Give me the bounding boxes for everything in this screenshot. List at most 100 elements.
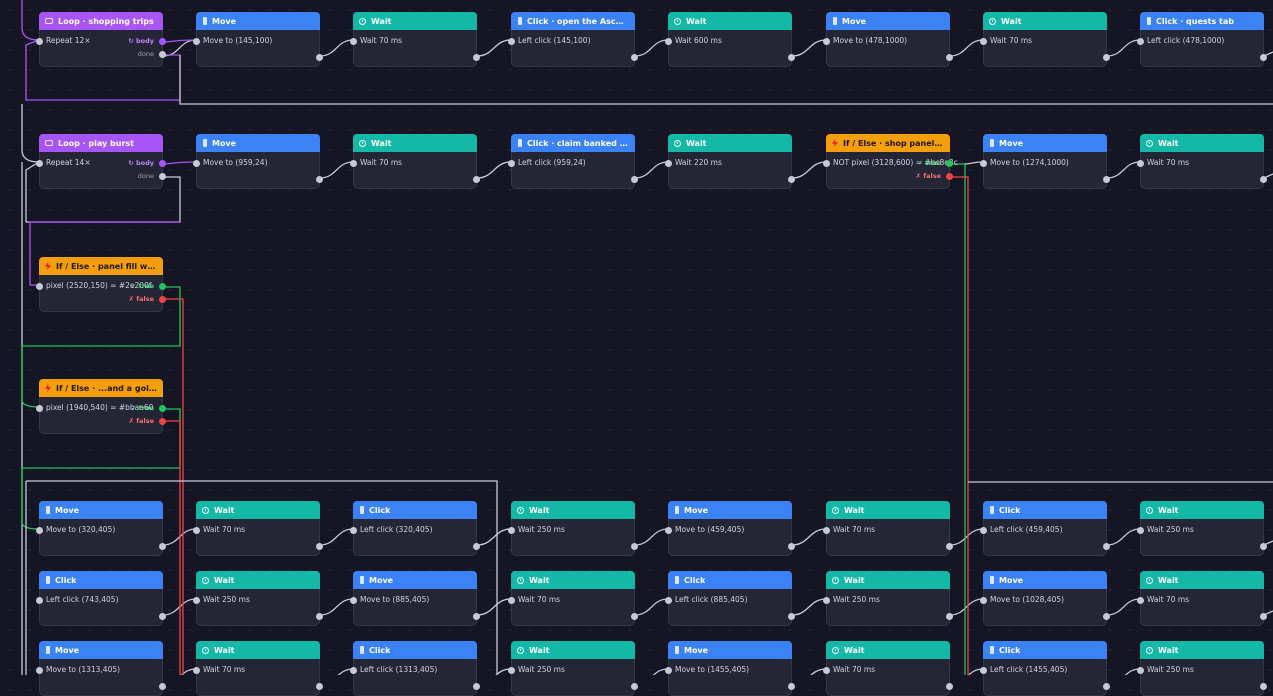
true-output-port[interactable]: [946, 160, 953, 167]
node-click[interactable]: Click Left click (1455,405): [980, 641, 1110, 696]
input-port[interactable]: [350, 667, 357, 674]
node-header[interactable]: Move: [39, 641, 163, 659]
node-move[interactable]: Move Move to (478,1000): [823, 12, 953, 67]
output-port[interactable]: [159, 613, 166, 620]
node-loop[interactable]: Loop · shopping trips Repeat 12× ↻ body don…: [36, 12, 166, 67]
node-move[interactable]: Move Move to (1028,405): [980, 571, 1110, 626]
node-header[interactable]: Wait: [511, 641, 635, 659]
node-wait[interactable]: Wait Wait 70 ms: [350, 134, 480, 189]
output-port[interactable]: [473, 176, 480, 183]
node-header[interactable]: Click: [39, 571, 163, 589]
input-port[interactable]: [665, 527, 672, 534]
output-port[interactable]: [1260, 613, 1267, 620]
node-header[interactable]: Move: [983, 134, 1107, 152]
output-port[interactable]: [631, 683, 638, 690]
node-header[interactable]: Wait: [826, 501, 950, 519]
output-port[interactable]: [946, 543, 953, 550]
node-if[interactable]: If / Else · ...and a gold fr...pixel (19…: [36, 379, 166, 434]
node-header[interactable]: Move: [39, 501, 163, 519]
node-header[interactable]: Wait: [826, 641, 950, 659]
node-move[interactable]: Move Move to (1313,405): [36, 641, 166, 696]
output-port[interactable]: [631, 54, 638, 61]
node-header[interactable]: Wait: [826, 571, 950, 589]
output-port[interactable]: [946, 683, 953, 690]
node-wait[interactable]: Wait Wait 70 ms: [1137, 134, 1267, 189]
output-port[interactable]: [788, 176, 795, 183]
input-port[interactable]: [980, 597, 987, 604]
input-port[interactable]: [350, 38, 357, 45]
node-header[interactable]: Move: [196, 12, 320, 30]
input-port[interactable]: [508, 38, 515, 45]
output-port[interactable]: [946, 613, 953, 620]
node-header[interactable]: Wait: [196, 571, 320, 589]
node-wait[interactable]: Wait Wait 70 ms: [1137, 571, 1267, 626]
output-port[interactable]: [473, 543, 480, 550]
node-header[interactable]: Move: [668, 641, 792, 659]
output-port[interactable]: [631, 176, 638, 183]
output-port[interactable]: [631, 613, 638, 620]
node-header[interactable]: Loop · shopping trips: [39, 12, 163, 30]
output-port[interactable]: [946, 54, 953, 61]
input-port[interactable]: [36, 160, 43, 167]
output-port[interactable]: [788, 54, 795, 61]
output-port[interactable]: [1260, 54, 1267, 61]
input-port[interactable]: [665, 667, 672, 674]
node-header[interactable]: Wait: [511, 501, 635, 519]
done-output-port[interactable]: [159, 173, 166, 180]
node-click[interactable]: Click · claim banked ra... Left click (95…: [508, 134, 638, 189]
node-move[interactable]: Move Move to (959,24): [193, 134, 323, 189]
body-output-port[interactable]: [159, 160, 166, 167]
node-click[interactable]: Click Left click (320,405): [350, 501, 480, 556]
input-port[interactable]: [350, 597, 357, 604]
node-header[interactable]: Click · quests tab: [1140, 12, 1264, 30]
input-port[interactable]: [665, 597, 672, 604]
node-if[interactable]: If / Else · panel fill whe... pixel (2520…: [36, 257, 166, 312]
output-port[interactable]: [473, 683, 480, 690]
input-port[interactable]: [508, 160, 515, 167]
node-if[interactable]: If / Else · shop panel go...NOT pixel (3…: [823, 134, 958, 189]
output-port[interactable]: [316, 613, 323, 620]
input-port[interactable]: [193, 38, 200, 45]
node-header[interactable]: Wait: [668, 134, 792, 152]
input-port[interactable]: [36, 667, 43, 674]
input-port[interactable]: [665, 38, 672, 45]
node-move[interactable]: Move Move to (1455,405): [665, 641, 795, 696]
input-port[interactable]: [193, 667, 200, 674]
node-wait[interactable]: Wait Wait 70 ms: [823, 501, 953, 556]
input-port[interactable]: [1137, 597, 1144, 604]
node-header[interactable]: Move: [826, 12, 950, 30]
true-output-port[interactable]: [159, 405, 166, 412]
input-port[interactable]: [193, 597, 200, 604]
node-header[interactable]: Move: [353, 571, 477, 589]
node-header[interactable]: Wait: [353, 12, 477, 30]
input-port[interactable]: [508, 667, 515, 674]
input-port[interactable]: [823, 597, 830, 604]
node-header[interactable]: Wait: [196, 501, 320, 519]
node-loop[interactable]: Loop · play burst Repeat 14× ↻ body done: [36, 134, 166, 189]
input-port[interactable]: [508, 597, 515, 604]
input-port[interactable]: [823, 160, 830, 167]
input-port[interactable]: [823, 667, 830, 674]
node-header[interactable]: Wait: [353, 134, 477, 152]
input-port[interactable]: [193, 527, 200, 534]
input-port[interactable]: [1137, 667, 1144, 674]
node-wait[interactable]: Wait Wait 250 ms: [508, 501, 638, 556]
input-port[interactable]: [1137, 38, 1144, 45]
input-port[interactable]: [665, 160, 672, 167]
node-click[interactable]: Click · quests tab Left click (478,1000): [1137, 12, 1267, 67]
output-port[interactable]: [631, 543, 638, 550]
input-port[interactable]: [36, 283, 43, 290]
input-port[interactable]: [980, 527, 987, 534]
node-header[interactable]: Move: [668, 501, 792, 519]
input-port[interactable]: [350, 160, 357, 167]
node-click[interactable]: Click Left click (1313,405): [350, 641, 480, 696]
output-port[interactable]: [316, 683, 323, 690]
node-move[interactable]: Move Move to (459,405): [665, 501, 795, 556]
input-port[interactable]: [1137, 160, 1144, 167]
node-header[interactable]: Wait: [1140, 501, 1264, 519]
node-move[interactable]: Move Move to (1274,1000): [980, 134, 1110, 189]
input-port[interactable]: [980, 160, 987, 167]
node-move[interactable]: Move Move to (885,405): [350, 571, 480, 626]
false-output-port[interactable]: [159, 418, 166, 425]
node-header[interactable]: Click: [668, 571, 792, 589]
